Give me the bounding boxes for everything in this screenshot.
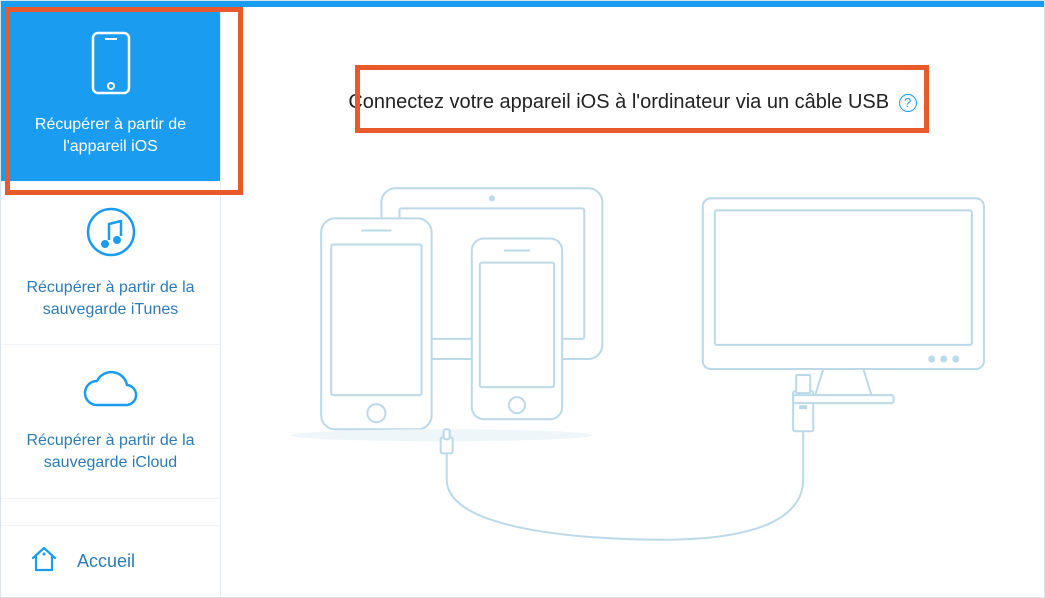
sidebar-item-label: Récupérer à partir de la sauvegarde iClo… xyxy=(19,430,202,473)
itunes-icon xyxy=(85,206,137,263)
sidebar: Récupérer à partir de l'appareil iOS Réc… xyxy=(1,1,221,597)
instruction-row: Connectez votre appareil iOS à l'ordinat… xyxy=(221,91,1044,114)
sidebar-footer-home[interactable]: Accueil xyxy=(1,525,220,597)
sidebar-item-recover-icloud[interactable]: Récupérer à partir de la sauvegarde iClo… xyxy=(1,345,220,498)
instruction-text: Connectez votre appareil iOS à l'ordinat… xyxy=(348,91,889,113)
home-icon xyxy=(29,544,59,579)
sidebar-item-recover-itunes[interactable]: Récupérer à partir de la sauvegarde iTun… xyxy=(1,182,220,345)
main-panel: Connectez votre appareil iOS à l'ordinat… xyxy=(221,1,1044,597)
icloud-icon xyxy=(79,369,143,416)
app-window: Récupérer à partir de l'appareil iOS Réc… xyxy=(0,0,1045,598)
sidebar-footer-label: Accueil xyxy=(77,551,135,572)
connect-devices-illustration xyxy=(281,161,1004,567)
sidebar-item-label: Récupérer à partir de l'appareil iOS xyxy=(19,114,202,157)
sidebar-item-label: Récupérer à partir de la sauvegarde iTun… xyxy=(19,277,202,320)
help-icon[interactable]: ? xyxy=(899,94,917,112)
sidebar-item-recover-ios-device[interactable]: Récupérer à partir de l'appareil iOS xyxy=(1,7,220,182)
iphone-icon xyxy=(91,31,131,100)
